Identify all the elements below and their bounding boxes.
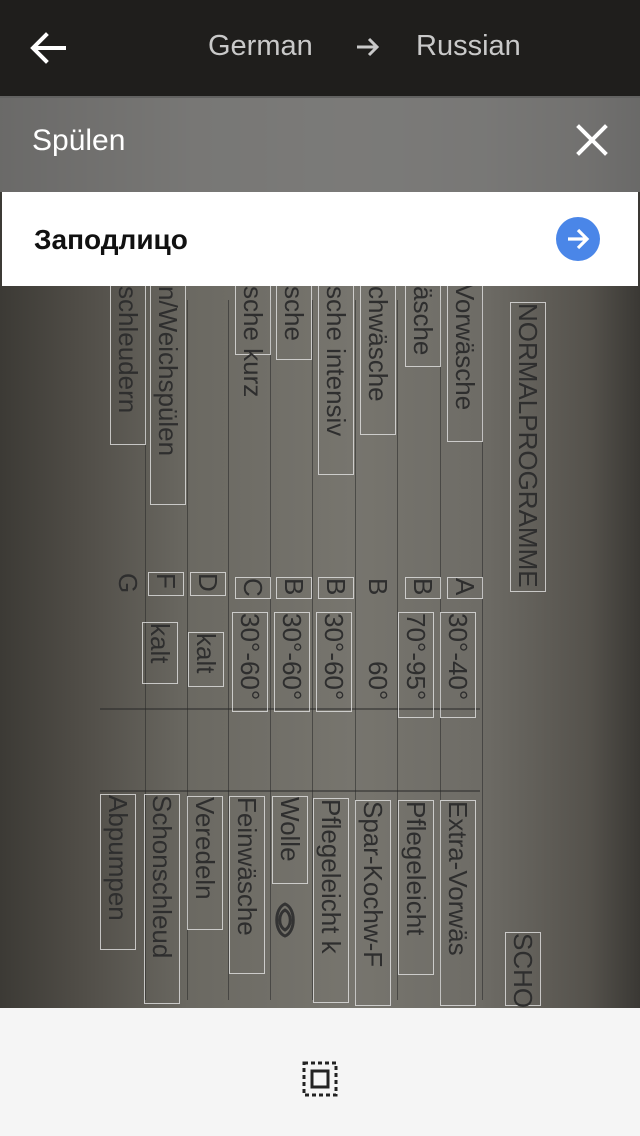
camera-translate-screen: NORMALPROGRAMME Vorwäsche A 30°-40° äsch…: [0, 0, 640, 1136]
top-app-bar: German Russian: [0, 0, 640, 96]
ocr-text-box[interactable]: sche kurz: [235, 285, 271, 397]
translation-card[interactable]: Заподлицо: [2, 192, 638, 286]
column-rule: [270, 300, 271, 1000]
ocr-text-box[interactable]: Abpumpen: [100, 794, 136, 950]
row-rule: [100, 790, 480, 792]
target-language-button[interactable]: Russian: [416, 30, 521, 63]
selected-text-panel: Spülen: [0, 96, 640, 192]
close-button[interactable]: [576, 124, 608, 156]
ocr-text-box[interactable]: sche intensiv: [318, 285, 354, 475]
ocr-text-box[interactable]: 30°-60°: [274, 612, 310, 712]
ocr-text-box[interactable]: C: [235, 577, 271, 599]
ocr-text-box[interactable]: D: [190, 572, 226, 596]
ocr-text-box[interactable]: NORMALPROGRAMME: [510, 302, 546, 592]
wool-symbol-icon: [275, 902, 295, 938]
ocr-text-box[interactable]: Extra-Vorwäs: [440, 800, 476, 1006]
ocr-text-box[interactable]: n/Weichspülen: [150, 285, 186, 505]
ocr-text-box[interactable]: schleudern: [110, 285, 146, 445]
ocr-text-box[interactable]: B: [318, 577, 354, 599]
ocr-text-box[interactable]: G: [110, 572, 146, 596]
ocr-text-box[interactable]: 60°: [360, 660, 396, 720]
ocr-text-box[interactable]: Pflegeleicht k: [313, 798, 349, 1003]
arrow-left-icon: [30, 32, 66, 64]
ocr-text-box[interactable]: B: [276, 577, 312, 599]
ocr-text-box[interactable]: äsche: [405, 285, 441, 367]
ocr-text-box[interactable]: 30°-60°: [232, 612, 268, 712]
ocr-text-box[interactable]: kalt: [142, 622, 178, 684]
ocr-text-box[interactable]: F: [148, 572, 184, 596]
arrow-right-icon: [357, 37, 380, 57]
ocr-text-box[interactable]: Schonschleud: [144, 794, 180, 1004]
ocr-text-box[interactable]: Pflegeleicht: [398, 800, 434, 975]
ocr-text-box[interactable]: chwäsche: [360, 285, 396, 435]
select-all-button[interactable]: [302, 1061, 338, 1097]
arrow-right-icon: [568, 228, 590, 250]
selected-word: Spülen: [32, 124, 126, 157]
ocr-text-box[interactable]: A: [447, 577, 483, 599]
ocr-text-box[interactable]: 30°-40°: [440, 612, 476, 718]
ocr-text-box[interactable]: kalt: [188, 632, 224, 687]
ocr-text-box[interactable]: Feinwäsche: [229, 796, 265, 974]
ocr-text-box[interactable]: SCHO: [505, 932, 541, 1008]
ocr-text-box[interactable]: 70°-95°: [398, 612, 434, 718]
ocr-text-box[interactable]: Vorwäsche: [447, 282, 483, 442]
ocr-text-box[interactable]: Wolle: [272, 796, 308, 884]
ocr-text-box[interactable]: 30°-60°: [316, 612, 352, 712]
translation-text: Заподлицо: [34, 224, 188, 255]
ocr-text-box[interactable]: B: [360, 577, 396, 599]
back-button[interactable]: [28, 30, 68, 66]
select-all-icon: [302, 1061, 338, 1097]
ocr-text-box[interactable]: B: [405, 577, 441, 599]
bottom-toolbar: [0, 1008, 640, 1136]
ocr-text-box[interactable]: Spar-Kochw-F: [355, 800, 391, 1006]
close-icon: [576, 124, 608, 156]
ocr-text-box[interactable]: Veredeln: [187, 796, 223, 930]
open-translation-button[interactable]: [556, 217, 600, 261]
ocr-text-box[interactable]: sche: [276, 285, 312, 360]
source-language-button[interactable]: German: [208, 30, 313, 63]
